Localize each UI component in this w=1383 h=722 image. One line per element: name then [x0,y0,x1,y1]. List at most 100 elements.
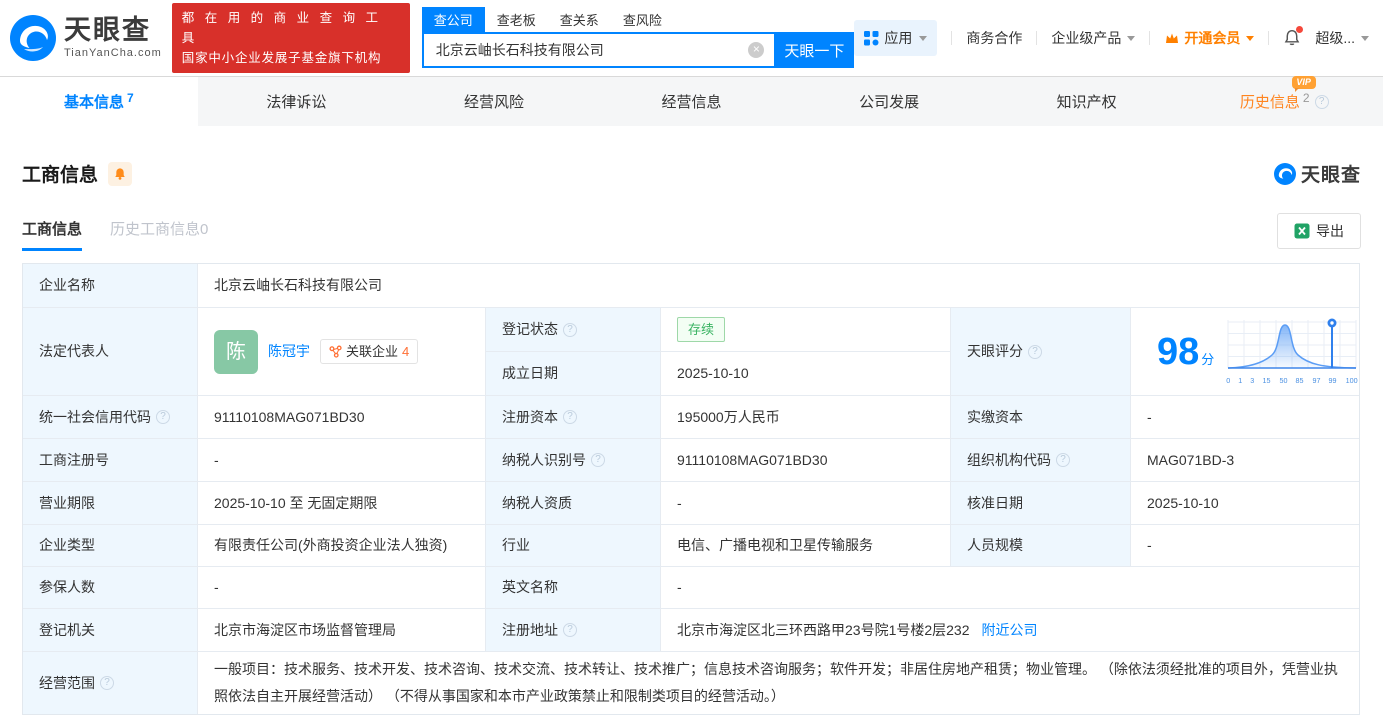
brand-name: 天眼查 [64,15,151,45]
tab-intellectual-property-label: 知识产权 [1056,94,1117,111]
watermark-text: 天眼查 [1300,165,1361,186]
business-info-table: 企业名称 北京云岫长石科技有限公司 法定代表人 陈 陈冠宇 关联企业 4 登记状… [22,263,1360,715]
subscribe-bell-button[interactable] [108,161,133,186]
nav-user[interactable]: 超级... [1315,28,1369,48]
help-icon[interactable] [1028,344,1042,359]
field-label-text: 注册地址 [502,621,558,638]
watermark-logo: 天眼查 [1273,160,1361,187]
chevron-down-icon [1246,35,1255,41]
subtab-business-info[interactable]: 工商信息 [22,218,83,251]
field-label: 注册资本 [486,396,661,439]
nav-apps[interactable]: 应用 [854,20,938,56]
search-tab-boss[interactable]: 查老板 [485,7,548,32]
score-axis-labels: 0 1 3 15 50 85 97 99 100 [1226,376,1358,385]
help-icon[interactable] [563,623,577,637]
company-detail-tabs: 基本信息 7 法律诉讼 经营风险 经营信息 公司发展 知识产权 历史信息 VIP… [0,76,1383,126]
reg-address-cell: 北京市海淀区北三环西路甲23号院1号楼2层232 附近公司 [661,609,1359,652]
score-unit: 分 [1201,351,1215,367]
business-scope-value: 一般项目：技术服务、技术开发、技术咨询、技术交流、技术转让、技术推广；信息技术咨… [214,661,1338,704]
field-label: 统一社会信用代码 [23,396,198,439]
legal-rep-cell: 陈 陈冠宇 关联企业 4 [198,308,486,396]
field-label: 纳税人识别号 [486,439,661,482]
reg-number-value: - [198,439,486,482]
tab-operating-risk[interactable]: 经营风险 [395,77,593,126]
nav-enterprise[interactable]: 企业级产品 [1051,28,1136,48]
export-label: 导出 [1316,223,1344,239]
tianyancha-logo[interactable]: 天眼查 TianYanCha.com [10,15,162,61]
divider [1268,31,1270,45]
help-icon[interactable] [100,676,114,690]
clear-search-icon[interactable] [748,42,765,58]
nav-membership-label: 开通会员 [1184,30,1241,46]
field-label-text: 经营范围 [39,674,95,691]
biz-term-value: 2025-10-10 至 无固定期限 [198,482,486,525]
bell-icon [115,167,125,180]
search-input[interactable] [421,32,775,68]
related-companies-badge[interactable]: 关联企业 4 [320,338,419,365]
tab-company-development[interactable]: 公司发展 [790,77,988,126]
paid-capital-value: - [1131,396,1359,439]
search-area: 查公司 查老板 查关系 查风险 天眼一下 [421,7,855,68]
field-label-text: 天眼评分 [967,343,1023,359]
field-label: 英文名称 [486,567,661,609]
chevron-down-icon [919,35,928,41]
export-button[interactable]: 导出 [1277,213,1361,249]
reg-address-value: 北京市海淀区北三环西路甲23号院1号楼2层232 [677,621,970,638]
tab-basic-info[interactable]: 基本信息 7 [0,77,198,126]
legal-rep-link[interactable]: 陈冠宇 [268,341,310,362]
field-label: 成立日期 [486,352,661,396]
est-date-value: 2025-10-10 [661,352,951,396]
field-label: 企业类型 [23,525,198,567]
field-label-text: 纳税人识别号 [502,451,586,468]
help-icon[interactable] [1056,453,1070,467]
avatar[interactable]: 陈 [214,329,258,374]
top-header: 天眼查 TianYanCha.com 都 在 用 的 商 业 查 询 工 具 国… [0,0,1383,76]
field-label: 企业名称 [23,264,198,308]
nav-apps-label: 应用 [884,30,913,46]
excel-icon [1294,223,1310,239]
promo-line1: 都 在 用 的 商 业 查 询 工 具 [181,11,382,45]
subtab-history-business-info[interactable]: 历史工商信息0 [110,218,208,251]
tab-operating-risk-label: 经营风险 [463,94,524,111]
search-button[interactable]: 天眼一下 [774,32,855,68]
nav-enterprise-label: 企业级产品 [1051,30,1122,46]
taxpayer-quality-value: - [661,482,951,525]
tab-operating-info[interactable]: 经营信息 [593,77,791,126]
promo-line2: 国家中小企业发展子基金旗下机构 [181,51,382,65]
network-icon [329,345,342,358]
taxpayer-id-value: 91110108MAG071BD30 [661,439,951,482]
brand-domain: TianYanCha.com [64,47,162,59]
help-icon[interactable] [563,410,577,424]
tab-history-info-count: 2 [1302,90,1310,105]
tab-intellectual-property[interactable]: 知识产权 [988,77,1186,126]
tab-history-info[interactable]: 历史信息 VIP 2 [1185,76,1383,126]
nav-membership[interactable]: 开通会员 [1164,28,1255,48]
field-label: 组织机构代码 [951,439,1131,482]
search-tab-risk[interactable]: 查风险 [611,7,674,32]
field-label: 核准日期 [951,482,1131,525]
header-nav: 应用 商务合作 企业级产品 开通会员 超级... [854,20,1369,56]
nearby-companies-link[interactable]: 附近公司 [982,620,1038,641]
nav-cooperation[interactable]: 商务合作 [966,28,1022,48]
reg-status-cell: 存续 [661,308,951,352]
company-name-value: 北京云岫长石科技有限公司 [198,264,1359,308]
help-icon[interactable] [591,453,605,467]
field-label-text: 组织机构代码 [967,451,1051,468]
vip-badge: VIP [1292,76,1316,92]
help-icon[interactable] [156,410,170,424]
field-label: 营业期限 [23,482,198,525]
tab-legal[interactable]: 法律诉讼 [198,77,396,126]
notification-bell[interactable] [1283,26,1304,47]
field-label: 纳税人资质 [486,482,661,525]
search-tab-company[interactable]: 查公司 [421,7,485,32]
help-icon[interactable] [1314,94,1329,109]
field-label: 行业 [486,525,661,567]
insured-count-value: - [198,567,486,609]
help-icon[interactable] [563,322,577,337]
field-label-text: 注册资本 [502,408,558,425]
promo-badge: 都 在 用 的 商 业 查 询 工 具 国家中小企业发展子基金旗下机构 [171,3,410,73]
search-tab-relation[interactable]: 查关系 [548,7,611,32]
field-label: 人员规模 [951,525,1131,567]
status-badge: 存续 [677,316,726,343]
score-cell[interactable]: 98 分 0 1 3 15 50 85 97 99 100 [1131,308,1359,396]
